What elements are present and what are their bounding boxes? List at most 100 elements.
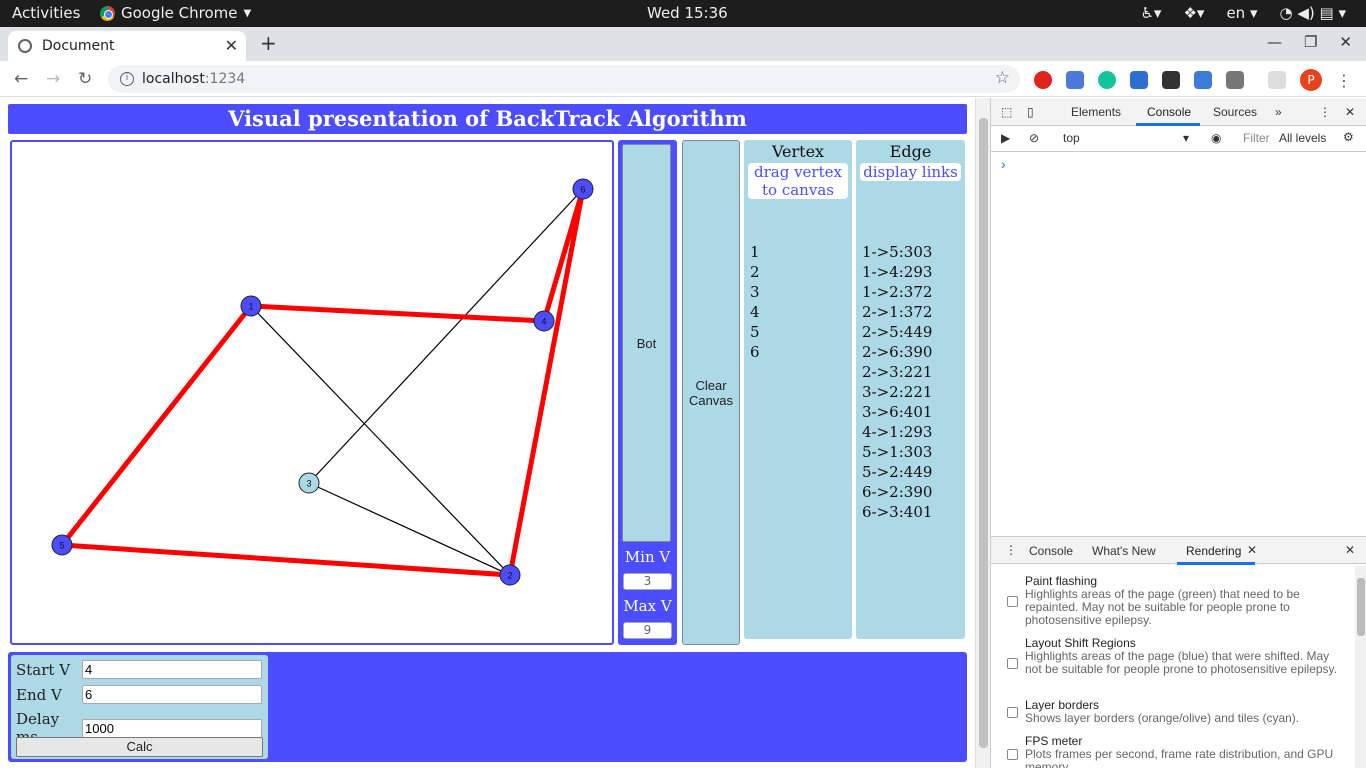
eye-icon[interactable]: ◉ xyxy=(1211,131,1221,145)
scrollbar-thumb[interactable] xyxy=(979,118,988,748)
vue-icon[interactable] xyxy=(1226,71,1244,89)
dropbox-icon[interactable]: ❖▾ xyxy=(1183,4,1204,22)
edge-item[interactable]: 6->3:401 xyxy=(862,502,932,522)
window-controls: — ❐ ✕ xyxy=(1267,33,1352,51)
vertex-node[interactable]: 3 xyxy=(298,472,320,494)
media-icon[interactable] xyxy=(1268,71,1286,89)
edge-item[interactable]: 5->2:449 xyxy=(862,462,932,482)
vertex-item[interactable]: 6 xyxy=(750,342,760,362)
vertex-node[interactable]: 4 xyxy=(533,310,555,332)
vertex-node[interactable]: 2 xyxy=(499,564,521,586)
maximize-icon[interactable]: ❐ xyxy=(1304,33,1317,51)
edge-item[interactable]: 3->2:221 xyxy=(862,382,932,402)
vertex-item[interactable]: 1 xyxy=(750,242,760,262)
delay-input[interactable] xyxy=(82,718,262,738)
edge-item[interactable]: 1->5:303 xyxy=(862,242,932,262)
drag-vertex-link[interactable]: drag vertex to canvas xyxy=(748,163,848,199)
close-icon[interactable]: ✕ xyxy=(1247,543,1257,557)
drawer-scrollbar[interactable] xyxy=(1355,566,1366,768)
reload-icon[interactable]: ↻ xyxy=(78,69,92,89)
forward-icon[interactable]: → xyxy=(46,69,60,89)
activities-button[interactable]: Activities xyxy=(12,4,80,22)
paint-flashing-checkbox[interactable] xyxy=(1007,596,1018,607)
translate-icon[interactable] xyxy=(1066,71,1084,89)
layout-shift-checkbox[interactable] xyxy=(1007,658,1018,669)
devtools-menu-icon[interactable]: ⋮ xyxy=(1319,105,1331,119)
vertex-item[interactable]: 3 xyxy=(750,282,760,302)
fps-meter-checkbox[interactable] xyxy=(1007,749,1018,760)
scrollbar-thumb[interactable] xyxy=(1357,578,1365,636)
vertex-node[interactable]: 1 xyxy=(240,295,262,317)
max-v-input[interactable]: 9 xyxy=(623,622,672,639)
profile-avatar[interactable]: P xyxy=(1300,69,1322,91)
drawer-tab-console[interactable]: Console xyxy=(1029,544,1073,558)
sidebar-toggle-icon[interactable]: ▶ xyxy=(1001,131,1010,145)
back-icon[interactable]: ← xyxy=(14,69,28,89)
vertex-node[interactable]: 6 xyxy=(572,178,594,200)
app-menu[interactable]: Google Chrome ▼ xyxy=(100,4,251,22)
context-select[interactable]: top xyxy=(1063,131,1080,145)
edge-item[interactable]: 2->3:221 xyxy=(862,362,932,382)
clear-console-icon[interactable]: ⊘ xyxy=(1029,131,1039,145)
megaphone-icon[interactable] xyxy=(1162,71,1180,89)
layer-borders-checkbox[interactable] xyxy=(1007,707,1018,718)
calc-button[interactable]: Calc xyxy=(16,737,263,757)
vertex-item[interactable]: 5 xyxy=(750,322,760,342)
edge-item[interactable]: 1->4:293 xyxy=(862,262,932,282)
console-prompt[interactable]: › xyxy=(1001,156,1006,172)
close-icon[interactable]: ✕ xyxy=(225,36,238,55)
clock[interactable]: Wed 15:36 xyxy=(647,4,728,22)
drawer-tab-whats-new[interactable]: What's New xyxy=(1092,544,1156,558)
close-window-icon[interactable]: ✕ xyxy=(1339,33,1352,51)
edge-item[interactable]: 5->1:303 xyxy=(862,442,932,462)
start-v-input[interactable] xyxy=(82,660,262,679)
status-icons[interactable]: ◔ ◀) ▤ ▾ xyxy=(1280,4,1346,22)
inspect-icon[interactable]: ⬚ xyxy=(1001,105,1012,119)
camera-icon[interactable] xyxy=(1194,71,1212,89)
vertex-label: 4 xyxy=(541,317,546,327)
edge-item[interactable]: 2->6:390 xyxy=(862,342,932,362)
grammarly-icon[interactable] xyxy=(1098,71,1116,89)
devtools-close-icon[interactable]: ✕ xyxy=(1345,105,1355,119)
graph-svg[interactable]: 1 2 3 4 5 6 xyxy=(12,142,612,643)
end-v-input[interactable] xyxy=(82,685,262,704)
bot-button[interactable]: Bot xyxy=(622,144,671,542)
edge-item[interactable]: 6->2:390 xyxy=(862,482,932,502)
gear-icon[interactable]: ⚙ xyxy=(1343,130,1354,144)
drawer-menu-icon[interactable]: ⋮ xyxy=(1005,543,1017,557)
info-icon[interactable]: i xyxy=(120,72,134,86)
edge-item[interactable]: 2->1:372 xyxy=(862,302,932,322)
clear-canvas-button[interactable]: Clear Canvas xyxy=(682,140,740,645)
minimize-icon[interactable]: — xyxy=(1267,33,1282,51)
drawer-tab-rendering[interactable]: Rendering xyxy=(1186,544,1241,558)
new-tab-button[interactable]: + xyxy=(260,31,277,55)
address-bar[interactable]: i localhost:1234 ☆ xyxy=(108,65,1020,93)
menu-icon[interactable]: ⋮ xyxy=(1336,71,1352,90)
vertex-item[interactable]: 4 xyxy=(750,302,760,322)
accessibility-icon[interactable]: ♿▾ xyxy=(1140,4,1161,22)
tab-elements[interactable]: Elements xyxy=(1071,105,1121,119)
tab-sources[interactable]: Sources xyxy=(1213,105,1257,119)
vertex-item[interactable]: 2 xyxy=(750,262,760,282)
vertex-node[interactable]: 5 xyxy=(51,534,73,556)
edge-item[interactable]: 3->6:401 xyxy=(862,402,932,422)
edge-item[interactable]: 1->2:372 xyxy=(862,282,932,302)
language-indicator[interactable]: en ▾ xyxy=(1226,4,1257,22)
page-scrollbar[interactable] xyxy=(975,98,990,768)
more-tabs-icon[interactable]: » xyxy=(1275,105,1282,119)
edge-item[interactable]: 2->5:449 xyxy=(862,322,932,342)
filter-input[interactable]: Filter xyxy=(1243,131,1270,145)
device-toolbar-icon[interactable]: ▯ xyxy=(1027,105,1034,119)
levels-select[interactable]: All levels xyxy=(1279,131,1329,145)
edge-item[interactable]: 4->1:293 xyxy=(862,422,932,442)
browser-tab[interactable]: Document ✕ xyxy=(8,31,246,61)
extension-icon[interactable] xyxy=(1034,71,1052,89)
min-v-input[interactable]: 3 xyxy=(623,573,672,590)
tab-console[interactable]: Console xyxy=(1147,105,1191,119)
drawer-close-icon[interactable]: ✕ xyxy=(1345,543,1355,557)
extension-icon[interactable] xyxy=(1130,71,1148,89)
bookmark-star-icon[interactable]: ☆ xyxy=(995,68,1010,88)
graph-canvas[interactable]: 1 2 3 4 5 6 xyxy=(10,140,614,645)
chevron-down-icon[interactable]: ▾ xyxy=(1183,131,1189,145)
display-links-link[interactable]: display links xyxy=(860,163,961,181)
